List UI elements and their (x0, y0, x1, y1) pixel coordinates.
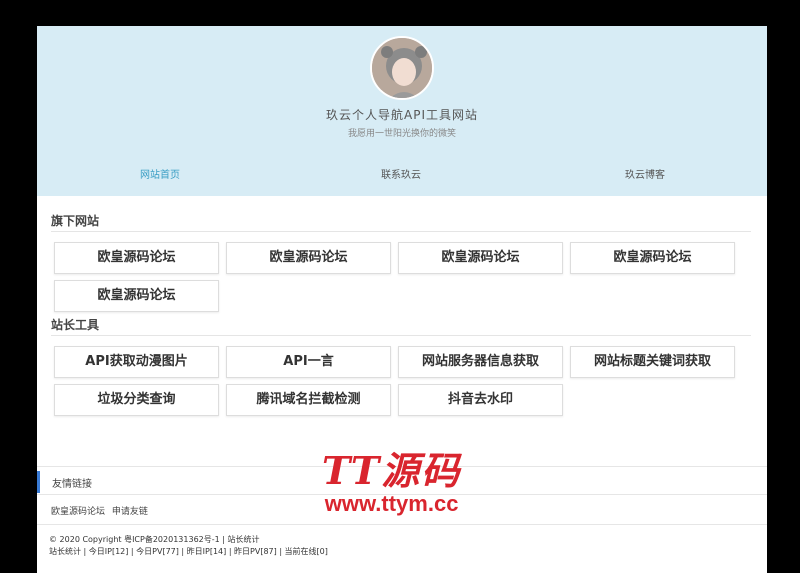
nav-contact[interactable]: 联系玖云 (341, 166, 461, 181)
avatar (370, 36, 434, 100)
friend-links-title: 友情链接 (52, 479, 92, 490)
page-container: 玖云个人导航API工具网站 我愿用一世阳光换你的微笑 网站首页 联系玖云 玖云博… (37, 26, 767, 573)
tool-garbage-sort[interactable]: 垃圾分类查询 (54, 384, 219, 416)
tool-server-info[interactable]: 网站服务器信息获取 (398, 346, 563, 378)
friend-links-list: 欧皇源码论坛 申请友链 (51, 504, 152, 517)
friend-link-item[interactable]: 欧皇源码论坛 (51, 507, 105, 517)
site-link-1[interactable]: 欧皇源码论坛 (54, 242, 219, 274)
apply-link-item[interactable]: 申请友链 (112, 507, 148, 517)
section-title-sites: 旗下网站 (51, 214, 100, 228)
tool-anime-image-api[interactable]: API获取动漫图片 (54, 346, 219, 378)
section-title-tools: 站长工具 (51, 318, 100, 332)
nav-blog[interactable]: 玖云博客 (585, 166, 705, 181)
tool-hitokoto-api[interactable]: API一言 (226, 346, 391, 378)
avatar-image (372, 38, 432, 98)
footer-divider (37, 524, 767, 525)
main-nav: 网站首页 联系玖云 玖云博客 (37, 166, 767, 186)
tool-title-keywords[interactable]: 网站标题关键词获取 (570, 346, 735, 378)
nav-home[interactable]: 网站首页 (100, 166, 220, 181)
tool-domain-block-check[interactable]: 腾讯域名拦截检测 (226, 384, 391, 416)
watermark: TT源码 www.ttym.cc (322, 451, 461, 517)
tool-douyin-watermark[interactable]: 抖音去水印 (398, 384, 563, 416)
section-divider (51, 231, 751, 232)
footer-copyright: © 2020 Copyright 粤ICP备2020131362号-1 | 站长… (49, 535, 260, 544)
watermark-url: www.ttym.cc (324, 491, 459, 516)
footer-stats: 站长统计 | 今日IP[12] | 今日PV[77] | 昨日IP[14] | … (49, 547, 328, 556)
watermark-logo: TT源码 (322, 448, 462, 493)
site-link-3[interactable]: 欧皇源码论坛 (398, 242, 563, 274)
site-title: 玖云个人导航API工具网站 (326, 108, 478, 122)
site-motto: 我愿用一世阳光换你的微笑 (347, 129, 456, 139)
site-link-5[interactable]: 欧皇源码论坛 (54, 280, 219, 312)
site-link-2[interactable]: 欧皇源码论坛 (226, 242, 391, 274)
site-link-4[interactable]: 欧皇源码论坛 (570, 242, 735, 274)
section-divider (51, 335, 751, 336)
header-banner: 玖云个人导航API工具网站 我愿用一世阳光换你的微笑 网站首页 联系玖云 玖云博… (37, 26, 767, 196)
